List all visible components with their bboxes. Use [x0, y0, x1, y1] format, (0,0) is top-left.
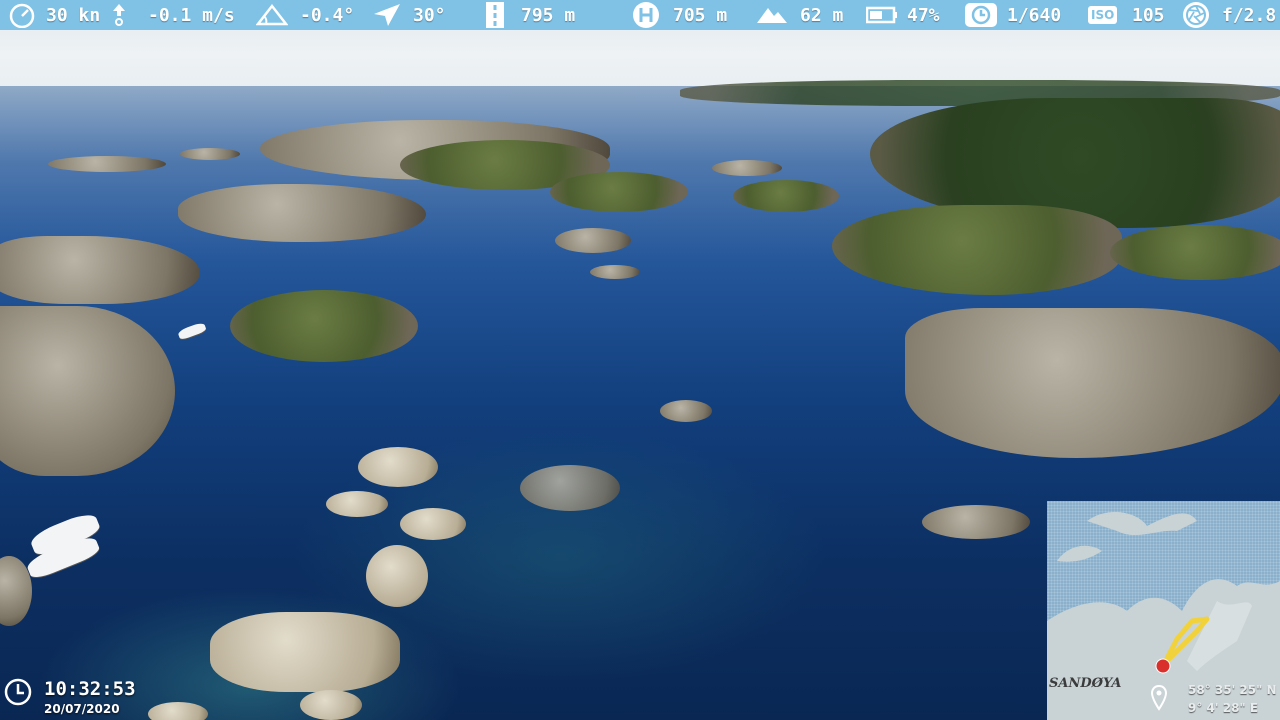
heading-arrow-icon — [372, 0, 402, 30]
island-left-mid — [178, 184, 426, 242]
map-latitude: 58° 35' 25" N — [1188, 683, 1277, 697]
island-center-left — [230, 290, 418, 362]
timestamp-overlay: 10:32:53 20/07/2020 — [4, 676, 164, 718]
rock-submerged-1 — [520, 465, 620, 511]
island-center-right — [733, 180, 839, 212]
shutter-value: 1/640 — [1007, 4, 1062, 26]
home-distance-value: 705 m — [673, 4, 728, 26]
altitude-mountain-icon — [756, 0, 788, 30]
shutter-clock-icon — [964, 0, 998, 30]
minimap: SANDØYA 58° 35' 25" N 9° 4' 28" E — [1047, 501, 1280, 720]
rock-foreground-1 — [358, 447, 438, 487]
clock-time: 10:32:53 — [44, 678, 136, 700]
distance-value: 795 m — [521, 4, 576, 26]
aperture-value: f/2.8 — [1222, 4, 1277, 26]
speedometer-icon — [8, 0, 36, 30]
iso-value: 105 — [1132, 4, 1165, 26]
island-small-1 — [48, 156, 166, 172]
gimbal-pitch-icon — [256, 0, 288, 30]
island-small-2 — [180, 148, 240, 160]
battery-icon — [866, 0, 898, 30]
map-place-name: SANDØYA — [1049, 676, 1122, 691]
island-small-3 — [555, 228, 631, 253]
rock-foreground-4 — [366, 545, 428, 607]
rock-submerged-2 — [660, 400, 712, 422]
rock-foreground-3 — [400, 508, 466, 540]
location-pin-icon — [1150, 684, 1168, 715]
distance-road-icon — [484, 0, 506, 30]
altitude-value: 62 m — [800, 4, 844, 26]
map-longitude: 9° 4' 28" E — [1188, 701, 1259, 715]
rock-right-small — [922, 505, 1030, 539]
rock-foreground-2 — [326, 491, 388, 517]
iso-badge: ISO — [1088, 6, 1118, 24]
clock-icon — [4, 678, 32, 710]
iso-icon: ISO — [1088, 0, 1118, 30]
telemetry-bar: 30 kn -0.1 m/s -0.4° 30° 795 m 705 m 62 … — [0, 0, 1280, 30]
vertical-speed-value: -0.1 m/s — [148, 4, 235, 26]
clock-date: 20/07/2020 — [44, 702, 120, 716]
vertical-speed-icon — [108, 0, 130, 30]
gimbal-pitch-value: -0.4° — [300, 4, 355, 26]
right-shore — [1110, 225, 1280, 280]
battery-value: 47% — [907, 4, 940, 26]
aperture-icon — [1181, 0, 1211, 30]
drone-position-marker — [1155, 658, 1171, 674]
heading-value: 30° — [413, 4, 446, 26]
island-small-4 — [590, 265, 640, 279]
island-tiny-1 — [712, 160, 782, 176]
rock-foreground-5 — [210, 612, 400, 692]
rock-foreground-6 — [300, 690, 362, 720]
home-h-icon — [631, 0, 661, 30]
speed-value: 30 kn — [46, 4, 101, 26]
island-center-round — [550, 172, 688, 212]
